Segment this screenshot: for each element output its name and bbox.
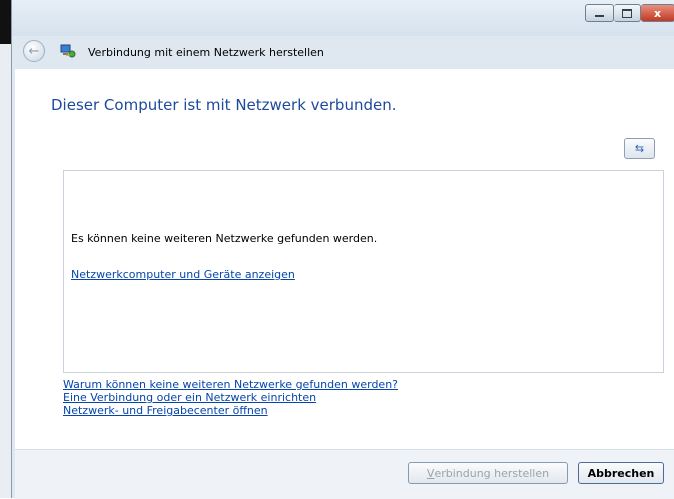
cancel-button[interactable]: Abbrechen <box>578 462 664 484</box>
why-no-networks-link[interactable]: Warum können keine weiteren Netzwerke ge… <box>63 378 398 391</box>
no-networks-message: Es können keine weiteren Netzwerke gefun… <box>71 232 378 245</box>
show-network-devices-link[interactable]: Netzwerkcomputer und Geräte anzeigen <box>71 268 295 281</box>
open-network-center-link[interactable]: Netzwerk- und Freigabecenter öffnen <box>63 404 398 417</box>
minimize-icon <box>595 15 604 17</box>
desktop-background <box>0 0 11 44</box>
dialog-window: x ← Verbindung mit einem Netzwerk herste… <box>11 0 674 499</box>
connect-button-accesskey: V <box>426 466 435 480</box>
connect-button[interactable]: Verbindung herstellen <box>408 462 568 484</box>
minimize-button[interactable] <box>585 4 614 22</box>
setup-connection-link[interactable]: Eine Verbindung oder ein Netzwerk einric… <box>63 391 398 404</box>
close-icon: x <box>653 6 662 20</box>
maximize-button[interactable] <box>614 4 641 22</box>
refresh-button[interactable]: ⇆ <box>624 138 655 159</box>
network-icon <box>60 44 76 58</box>
back-arrow-icon: ← <box>28 43 40 59</box>
refresh-icon: ⇆ <box>634 142 645 155</box>
desktop-background-lower <box>0 44 11 498</box>
button-bar: Verbindung herstellen Abbrechen <box>15 449 674 499</box>
maximize-icon <box>622 8 632 18</box>
content-panel: Dieser Computer ist mit Netzwerk verbund… <box>15 69 674 449</box>
title-bar: x <box>12 0 674 36</box>
page-heading: Dieser Computer ist mit Netzwerk verbund… <box>51 96 397 114</box>
connect-button-label: erbindung herstellen <box>434 466 550 480</box>
navigation-bar: ← Verbindung mit einem Netzwerk herstell… <box>12 36 674 69</box>
back-button[interactable]: ← <box>23 40 45 62</box>
window-title: Verbindung mit einem Netzwerk herstellen <box>88 46 324 59</box>
close-button[interactable]: x <box>641 4 674 22</box>
network-list[interactable]: Es können keine weiteren Netzwerke gefun… <box>63 170 664 373</box>
help-links: Warum können keine weiteren Netzwerke ge… <box>63 378 398 417</box>
